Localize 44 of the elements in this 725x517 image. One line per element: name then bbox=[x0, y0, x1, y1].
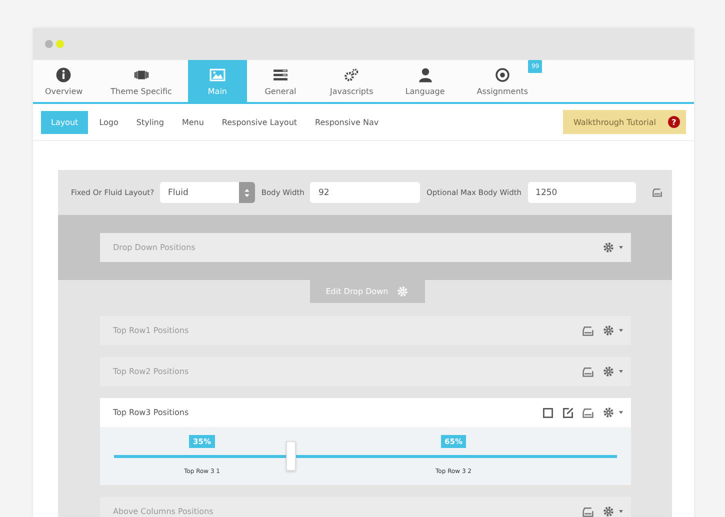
main-tab[interactable]: Overview bbox=[33, 60, 95, 102]
caret-icon[interactable] bbox=[619, 411, 623, 414]
caret-icon[interactable] bbox=[619, 510, 623, 513]
slider-handle[interactable] bbox=[286, 441, 296, 471]
settings-icon[interactable] bbox=[602, 406, 615, 419]
target-icon bbox=[494, 66, 511, 82]
tutorial-button[interactable]: Walkthrough Tutorial ? bbox=[563, 110, 686, 134]
sub-tab[interactable]: Responsive Nav bbox=[306, 112, 388, 132]
window-dot[interactable] bbox=[56, 40, 64, 48]
settings-icon[interactable] bbox=[602, 365, 615, 378]
body-width-field[interactable]: 92 bbox=[310, 182, 420, 203]
position-row[interactable]: Top Row3 Positions bbox=[100, 398, 631, 427]
sub-tab[interactable]: Logo bbox=[90, 112, 128, 132]
settings-icon[interactable] bbox=[602, 241, 615, 254]
list-icon bbox=[272, 66, 289, 82]
caret-icon[interactable] bbox=[619, 329, 623, 332]
gears-icon bbox=[343, 66, 360, 82]
caret-icon[interactable] bbox=[619, 246, 623, 249]
main-tab[interactable]: Theme Specific bbox=[94, 60, 188, 102]
layout-select[interactable]: Fluid bbox=[160, 182, 256, 203]
image-icon bbox=[208, 66, 226, 82]
tray-icon[interactable] bbox=[582, 506, 594, 517]
tray-icon[interactable] bbox=[652, 187, 662, 198]
user-icon bbox=[416, 66, 434, 82]
info-icon bbox=[55, 66, 72, 82]
main-tab[interactable]: General bbox=[246, 60, 314, 102]
tray-icon[interactable] bbox=[582, 324, 594, 336]
sub-tab[interactable]: Responsive Layout bbox=[212, 112, 306, 132]
main-tab[interactable]: Language bbox=[389, 60, 461, 102]
sub-tab[interactable]: Menu bbox=[172, 112, 213, 132]
square-icon[interactable] bbox=[542, 406, 554, 418]
max-width-field[interactable]: 1250 bbox=[528, 182, 636, 203]
settings-icon[interactable] bbox=[602, 324, 615, 337]
tray-icon[interactable] bbox=[582, 406, 594, 418]
spinner-icon bbox=[239, 182, 256, 203]
tray-icon[interactable] bbox=[582, 366, 594, 378]
main-tab[interactable]: Javascripts bbox=[314, 60, 390, 102]
window-dot[interactable] bbox=[45, 40, 53, 48]
help-icon: ? bbox=[668, 116, 680, 128]
caret-icon[interactable] bbox=[619, 370, 623, 373]
settings-icon bbox=[396, 285, 410, 298]
edit-icon[interactable] bbox=[562, 406, 574, 418]
sub-tab[interactable]: Styling bbox=[127, 112, 173, 132]
settings-icon[interactable] bbox=[602, 505, 615, 517]
